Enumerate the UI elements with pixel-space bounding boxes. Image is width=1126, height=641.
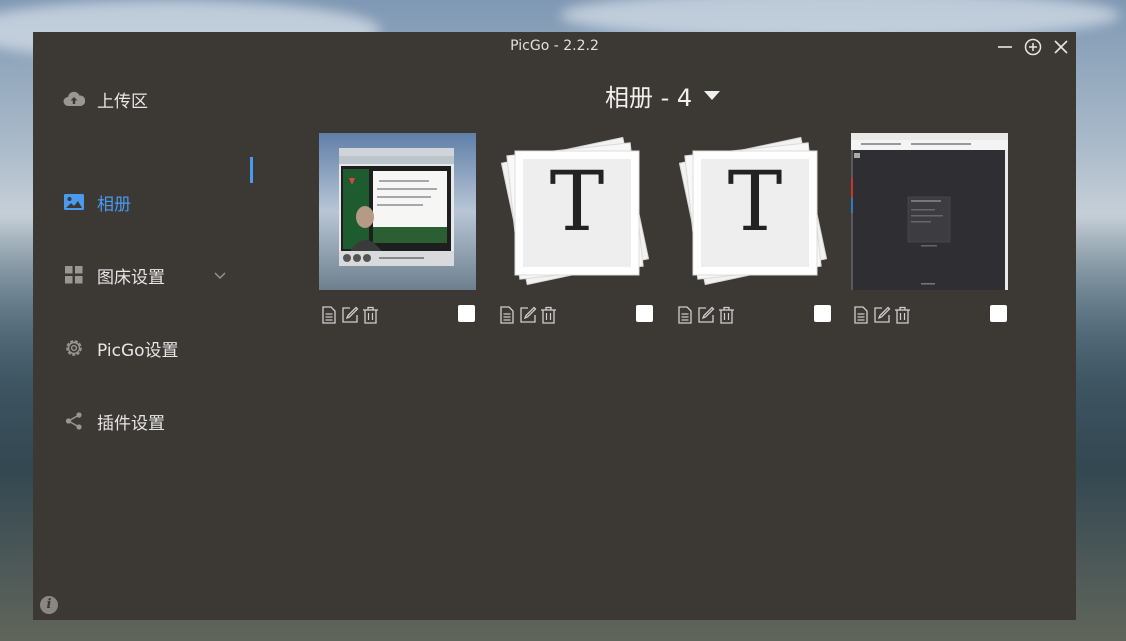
delete-icon[interactable]	[717, 305, 736, 325]
typora-letter: T	[727, 155, 783, 250]
delete-icon[interactable]	[361, 305, 380, 325]
image-thumbnail[interactable]	[319, 133, 476, 290]
sidebar-item-picgo-settings[interactable]: PicGo设置	[63, 334, 263, 362]
sidebar-item-upload[interactable]: 上传区	[63, 85, 263, 113]
gallery-card	[319, 133, 476, 331]
delete-icon[interactable]	[539, 305, 558, 325]
sidebar-item-plugin-settings[interactable]: 插件设置	[63, 407, 263, 435]
picgo-window: PicGo - 2.2.2 上传区 相册 图床设置 PicGo设置 插件设置 相…	[33, 32, 1076, 620]
edit-icon[interactable]	[696, 305, 715, 325]
sidebar-item-gallery[interactable]: 相册	[63, 188, 263, 216]
gear-icon	[63, 337, 85, 359]
title-bar[interactable]: PicGo - 2.2.2	[33, 32, 1076, 62]
typora-letter: T	[549, 155, 605, 250]
image-thumbnail[interactable]: T	[675, 133, 832, 290]
sidebar-item-label: 插件设置	[97, 413, 165, 434]
card-actions	[497, 305, 558, 325]
gallery-title: 相册 - 4	[605, 84, 693, 112]
image-icon	[63, 191, 85, 213]
select-checkbox[interactable]	[636, 305, 653, 322]
chevron-down-icon[interactable]	[213, 265, 227, 285]
maximize-icon[interactable]	[1024, 38, 1042, 56]
grid-icon	[63, 264, 85, 286]
delete-icon[interactable]	[893, 305, 912, 325]
image-thumbnail[interactable]	[851, 133, 1008, 290]
cloud-upload-icon	[63, 88, 85, 110]
active-indicator	[250, 157, 253, 183]
caret-down-icon	[704, 91, 721, 100]
sidebar-item-label: 图床设置	[97, 267, 165, 288]
sidebar-item-image-hosting[interactable]: 图床设置	[63, 261, 263, 289]
gallery-card: T	[675, 133, 832, 331]
copy-link-icon[interactable]	[675, 305, 694, 325]
info-icon[interactable]: i	[40, 596, 58, 614]
gallery-card	[851, 133, 1008, 331]
select-checkbox[interactable]	[990, 305, 1007, 322]
gallery-title-dropdown[interactable]: 相册 - 4	[605, 78, 721, 113]
select-checkbox[interactable]	[814, 305, 831, 322]
sidebar-item-label: PicGo设置	[97, 340, 179, 361]
card-actions	[675, 305, 736, 325]
edit-icon[interactable]	[340, 305, 359, 325]
edit-icon[interactable]	[872, 305, 891, 325]
close-icon[interactable]	[1052, 38, 1070, 56]
select-checkbox[interactable]	[458, 305, 475, 322]
gallery-card: T	[497, 133, 654, 331]
image-thumbnail[interactable]: T	[497, 133, 654, 290]
share-icon	[63, 410, 85, 432]
sidebar-item-label: 上传区	[97, 91, 148, 112]
edit-icon[interactable]	[518, 305, 537, 325]
minimize-icon[interactable]	[996, 38, 1014, 56]
copy-link-icon[interactable]	[319, 305, 338, 325]
card-actions	[851, 305, 912, 325]
sidebar-item-label: 相册	[97, 194, 131, 215]
copy-link-icon[interactable]	[851, 305, 870, 325]
card-actions	[319, 305, 380, 325]
sidebar: 上传区 相册 图床设置 PicGo设置 插件设置	[33, 62, 268, 620]
window-title: PicGo - 2.2.2	[510, 38, 599, 54]
copy-link-icon[interactable]	[497, 305, 516, 325]
